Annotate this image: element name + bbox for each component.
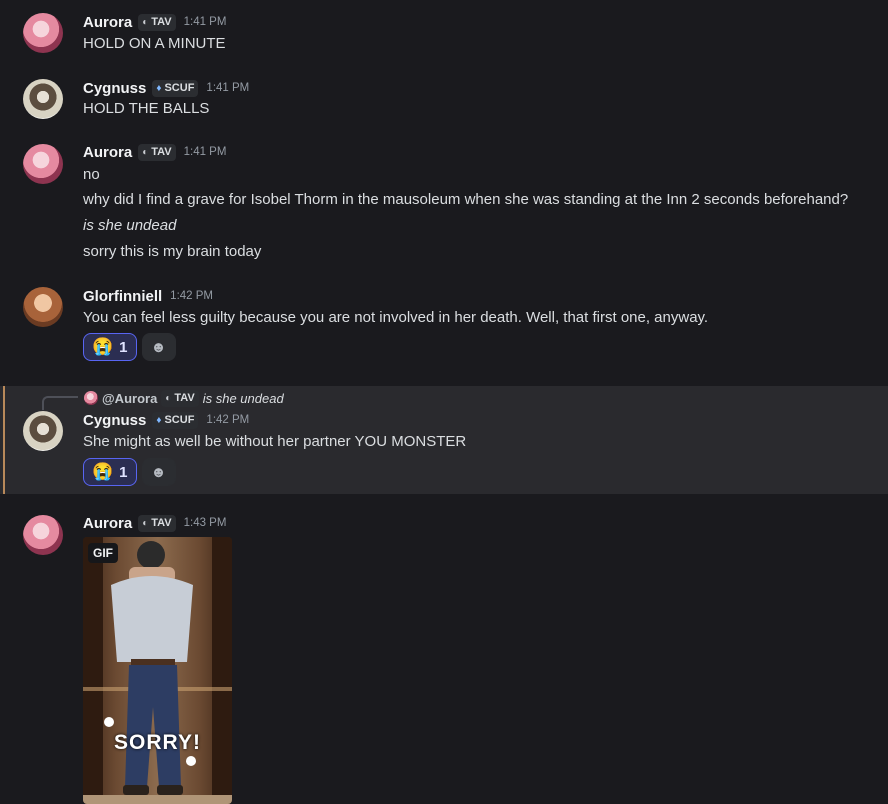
timestamp: 1:41 PM <box>183 16 227 28</box>
timestamp: 1:41 PM <box>206 82 250 94</box>
timestamp: 1:42 PM <box>206 414 250 426</box>
guild-tag[interactable]: ◐ TAV <box>138 514 176 532</box>
author-name[interactable]: Cygnuss <box>83 80 146 97</box>
guild-tag[interactable]: ◐ TAV <box>138 13 176 31</box>
avatar[interactable] <box>23 79 63 119</box>
author-name[interactable]: Glorfinniell <box>83 288 162 305</box>
smile-add-icon: ☻ <box>150 338 167 356</box>
avatar[interactable] <box>23 144 63 184</box>
author-name[interactable]: Aurora <box>83 144 132 161</box>
guild-tag[interactable]: ♦ SCUF <box>152 411 199 429</box>
drop-icon: ♦ <box>156 414 162 426</box>
gif-caption: SORRY! <box>114 731 201 754</box>
crescent-icon: ◐ <box>165 392 172 404</box>
author-name[interactable]: Aurora <box>83 515 132 532</box>
avatar[interactable] <box>23 13 63 53</box>
reply-text: is she undead <box>202 390 284 406</box>
gif-image <box>83 537 232 804</box>
avatar[interactable] <box>23 411 63 451</box>
avatar[interactable] <box>23 287 63 327</box>
decoration-dot <box>186 756 196 766</box>
reply-author[interactable]: @Aurora <box>102 391 157 406</box>
guild-tag[interactable]: ◐ TAV <box>138 143 176 161</box>
message-text: You can feel less guilty because you are… <box>83 309 709 326</box>
author-name[interactable]: Cygnuss <box>83 412 146 429</box>
reaction-count: 1 <box>119 338 128 356</box>
crescent-icon: ◐ <box>142 517 149 529</box>
reaction-crying[interactable]: 😭 1 <box>83 333 137 361</box>
message-text: HOLD ON A MINUTE <box>83 35 226 52</box>
message-text: sorry this is my brain today <box>83 243 262 260</box>
mention-bar <box>3 386 5 494</box>
timestamp: 1:42 PM <box>170 290 213 302</box>
reactions: 😭 1 ☻ <box>83 333 176 361</box>
crescent-icon: ◐ <box>142 146 149 158</box>
guild-tag: ◐ TAV <box>161 389 199 407</box>
message-text: no <box>83 166 100 183</box>
reaction-count: 1 <box>119 463 128 481</box>
author-name[interactable]: Aurora <box>83 14 132 31</box>
smile-add-icon: ☻ <box>150 463 167 481</box>
reply-avatar <box>84 391 98 405</box>
message-text: HOLD THE BALLS <box>83 100 210 117</box>
message-text: why did I find a grave for Isobel Thorm … <box>83 191 849 208</box>
avatar[interactable] <box>23 515 63 555</box>
timestamp: 1:41 PM <box>183 146 227 158</box>
timestamp: 1:43 PM <box>183 517 227 529</box>
crying-emoji-icon: 😭 <box>92 337 114 356</box>
crescent-icon: ◐ <box>142 16 149 28</box>
message-text: She might as well be without her partner… <box>83 433 467 450</box>
add-reaction-button[interactable]: ☻ <box>141 458 176 486</box>
reply-connector <box>42 396 78 410</box>
gif-embed[interactable]: SORRY! GIF <box>83 537 232 804</box>
reaction-crying[interactable]: 😭 1 <box>83 458 137 486</box>
decoration-dot <box>104 717 114 727</box>
add-reaction-button[interactable]: ☻ <box>141 333 176 361</box>
drop-icon: ♦ <box>156 82 162 94</box>
message-text: is she undead <box>83 217 177 234</box>
reply-reference[interactable]: @Aurora ◐ TAV is she undead <box>84 389 284 407</box>
gif-badge: GIF <box>88 543 118 563</box>
reactions: 😭 1 ☻ <box>83 458 176 486</box>
crying-emoji-icon: 😭 <box>92 462 114 481</box>
guild-tag[interactable]: ♦ SCUF <box>152 79 199 97</box>
